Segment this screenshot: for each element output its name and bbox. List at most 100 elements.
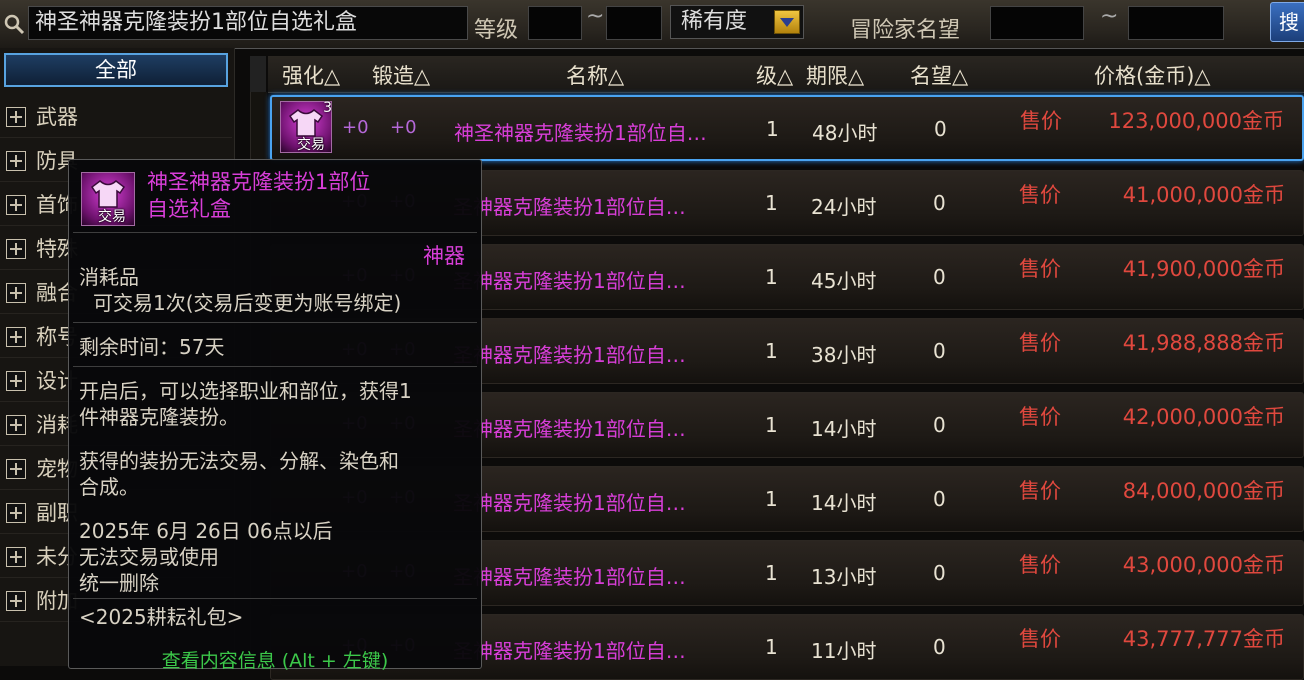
expand-plus-icon[interactable] — [6, 107, 26, 127]
level-max-input[interactable] — [606, 6, 662, 40]
sale-label: 售价 — [1019, 479, 1061, 503]
item-reputation: 0 — [933, 191, 946, 215]
item-price: 43,777,777金币 — [1122, 627, 1285, 651]
header-reputation[interactable]: 名望△ — [910, 60, 968, 90]
item-price: 41,988,888金币 — [1122, 331, 1285, 355]
table-row[interactable]: 3 交易 +0 +0 神圣神器克隆装扮1部位自… 1 48小时 0 售价 123,000,000金… — [270, 95, 1304, 161]
description: 合成。 — [79, 475, 139, 499]
item-name[interactable]: 神圣神器克隆装扮1部位自… — [454, 117, 707, 146]
item-duration: 38小时 — [811, 343, 877, 367]
tooltip-title: 神圣神器克隆装扮1部位 自选礼盒 — [147, 170, 371, 221]
expire-note: 无法交易或使用 — [79, 545, 219, 569]
item-level: 1 — [765, 339, 778, 363]
header-level[interactable]: 级△ — [756, 60, 793, 90]
forge-value: +0 — [390, 117, 417, 138]
item-type: 消耗品 — [79, 265, 139, 289]
sale-label: 售价 — [1019, 183, 1061, 207]
item-reputation: 0 — [933, 635, 946, 659]
level-min-input[interactable] — [528, 6, 582, 40]
expand-plus-icon[interactable] — [6, 459, 26, 479]
item-price: 123,000,000金币 — [1108, 109, 1284, 133]
item-duration: 11小时 — [811, 639, 877, 663]
sale-label: 售价 — [1019, 331, 1061, 355]
header-duration[interactable]: 期限△ — [806, 60, 864, 90]
item-reputation: 0 — [933, 339, 946, 363]
sale-label: 售价 — [1019, 553, 1061, 577]
header-name[interactable]: 名称△ — [566, 60, 624, 90]
expand-plus-icon[interactable] — [6, 547, 26, 567]
reputation-range-tilde: ~ — [1100, 4, 1119, 29]
item-price: 42,000,000金币 — [1122, 405, 1285, 429]
expand-plus-icon[interactable] — [6, 239, 26, 259]
expand-plus-icon[interactable] — [6, 327, 26, 347]
rarity-label: 稀有度 — [681, 9, 748, 34]
expand-plus-icon[interactable] — [6, 195, 26, 215]
search-bar: 神圣神器克隆装扮1部位自选礼盒 等级 ~ 稀有度 冒险家名望 ~ 搜 — [0, 0, 1304, 49]
item-duration: 45小时 — [811, 269, 877, 293]
item-name[interactable]: 圣神器克隆装扮1部位自… — [453, 413, 686, 442]
item-level: 1 — [765, 635, 778, 659]
divider — [73, 232, 477, 233]
category-all[interactable]: 全部 — [4, 53, 228, 87]
header-enhance[interactable]: 强化△ — [282, 60, 340, 90]
expand-plus-icon[interactable] — [6, 503, 26, 523]
item-reputation: 0 — [933, 561, 946, 585]
sale-label: 售价 — [1019, 627, 1061, 651]
expand-plus-icon[interactable] — [6, 151, 26, 171]
sale-label: 售价 — [1019, 257, 1061, 281]
remaining-time: 剩余时间：57天 — [79, 335, 225, 359]
expand-plus-icon[interactable] — [6, 371, 26, 391]
item-reputation: 0 — [933, 265, 946, 289]
search-button[interactable]: 搜 — [1270, 2, 1304, 42]
expire-note: 统一删除 — [79, 571, 159, 595]
search-icon[interactable] — [3, 13, 25, 35]
expire-date: 2025年 6月 26日 06点以后 — [79, 519, 333, 543]
expand-plus-icon[interactable] — [6, 283, 26, 303]
header-forge[interactable]: 锻造△ — [372, 60, 430, 90]
expand-plus-icon[interactable] — [6, 415, 26, 435]
divider — [73, 366, 477, 367]
item-icon[interactable]: 3 交易 — [280, 100, 332, 153]
enhance-value: +0 — [342, 117, 369, 138]
trade-badge: 交易 — [297, 137, 325, 153]
item-duration: 14小时 — [811, 417, 877, 441]
description: 开启后，可以选择职业和部位，获得1 — [79, 379, 412, 403]
item-name[interactable]: 圣神器克隆装扮1部位自… — [453, 487, 686, 516]
shirt-icon — [90, 180, 126, 208]
item-level: 1 — [765, 191, 778, 215]
item-name[interactable]: 圣神器克隆装扮1部位自… — [453, 265, 686, 294]
reputation-max-input[interactable] — [1128, 6, 1224, 40]
item-name[interactable]: 圣神器克隆装扮1部位自… — [453, 635, 686, 664]
scrollbar-up-button[interactable] — [250, 56, 266, 92]
item-icon: 交易 — [81, 172, 135, 226]
item-duration: 48小时 — [812, 121, 878, 145]
level-range-tilde: ~ — [586, 4, 605, 29]
item-level: 1 — [766, 117, 779, 141]
chevron-down-icon[interactable] — [774, 10, 800, 34]
divider — [73, 598, 477, 599]
search-input[interactable]: 神圣神器克隆装扮1部位自选礼盒 — [28, 6, 468, 40]
reputation-label: 冒险家名望 — [850, 18, 961, 43]
item-level: 1 — [765, 487, 778, 511]
item-name[interactable]: 圣神器克隆装扮1部位自… — [453, 339, 686, 368]
table-header: 强化△ 锻造△ 名称△ 级△ 期限△ 名望△ 价格(金币)△ — [268, 56, 1304, 93]
item-reputation: 0 — [934, 117, 947, 141]
item-level: 1 — [765, 561, 778, 585]
item-name[interactable]: 圣神器克隆装扮1部位自… — [453, 561, 686, 590]
item-duration: 14小时 — [811, 491, 877, 515]
sale-label: 售价 — [1020, 109, 1062, 133]
item-price: 43,000,000金币 — [1122, 553, 1285, 577]
item-reputation: 0 — [933, 487, 946, 511]
reputation-min-input[interactable] — [990, 6, 1084, 40]
level-label: 等级 — [474, 18, 519, 43]
header-price[interactable]: 价格(金币)△ — [1094, 60, 1211, 90]
item-name[interactable]: 圣神器克隆装扮1部位自… — [453, 191, 686, 220]
expand-plus-icon[interactable] — [6, 591, 26, 611]
item-reputation: 0 — [933, 413, 946, 437]
rarity-dropdown[interactable]: 稀有度 — [670, 5, 804, 39]
stack-count: 3 — [323, 100, 332, 116]
sale-label: 售价 — [1019, 405, 1061, 429]
item-tooltip: 交易 神圣神器克隆装扮1部位 自选礼盒 神器 消耗品 可交易1次(交易后变更为账… — [68, 159, 482, 672]
rarity-text: 神器 — [423, 244, 465, 268]
category-item[interactable]: 武器 — [0, 96, 232, 138]
